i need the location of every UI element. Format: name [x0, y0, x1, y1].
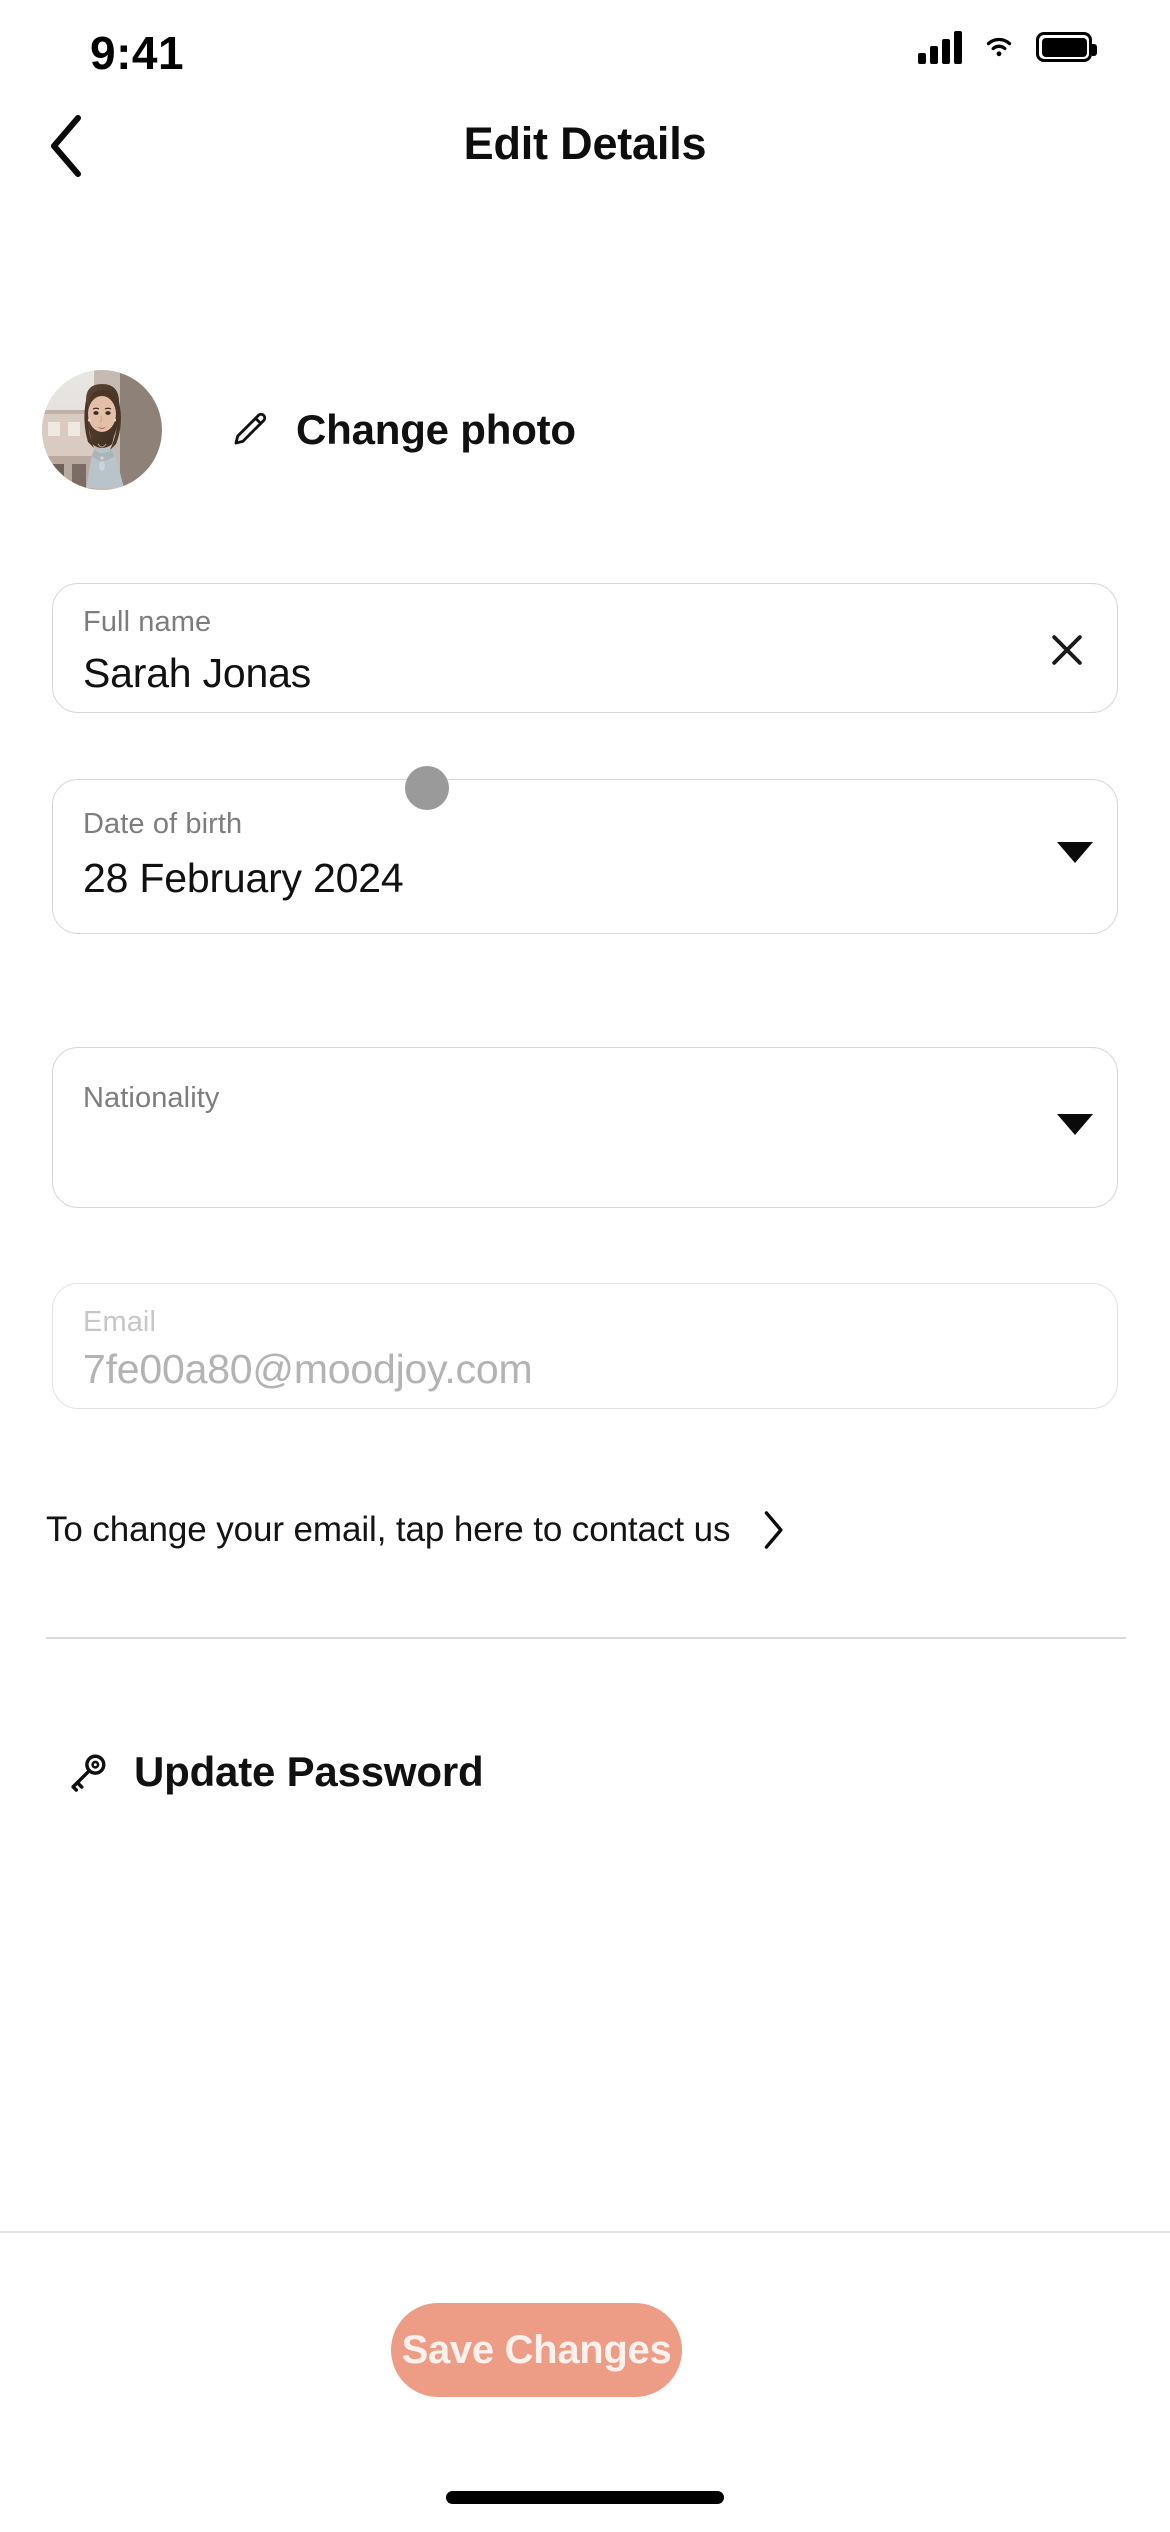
chevron-down-icon[interactable]	[1057, 1114, 1093, 1135]
change-photo-label: Change photo	[296, 406, 576, 453]
close-icon[interactable]	[1045, 628, 1089, 672]
footer-divider	[0, 2231, 1170, 2233]
photo-section: Change photo	[0, 340, 1170, 520]
chevron-down-icon[interactable]	[1057, 842, 1093, 863]
chevron-right-icon	[765, 1511, 783, 1549]
edit-details-screen: 9:41 Edit Details Change photo Full name…	[0, 0, 1170, 2532]
key-icon	[71, 1754, 106, 1792]
page-title: Edit Details	[463, 118, 707, 169]
cellular-signal-icon	[918, 30, 962, 64]
full-name-field[interactable]: Full name Sarah Jonas	[52, 583, 1118, 713]
change-photo-button[interactable]: Change photo	[230, 406, 576, 454]
status-bar-indicators	[918, 30, 1097, 64]
nationality-field[interactable]: Nationality	[52, 1047, 1118, 1208]
full-name-value: Sarah Jonas	[83, 650, 312, 696]
navigation-bar: Edit Details	[0, 100, 1170, 195]
home-indicator	[446, 2491, 724, 2504]
save-changes-label: Save Changes	[401, 2327, 672, 2372]
date-of-birth-label: Date of birth	[83, 808, 243, 840]
nationality-label: Nationality	[83, 1082, 220, 1114]
battery-icon	[1036, 32, 1097, 62]
update-password-label: Update Password	[134, 1748, 484, 1795]
save-changes-button[interactable]: Save Changes	[391, 2303, 682, 2397]
avatar[interactable]	[42, 370, 162, 490]
profile-photo-image	[42, 370, 162, 490]
email-label: Email	[83, 1306, 157, 1338]
full-name-label: Full name	[83, 606, 212, 638]
contact-us-row[interactable]: To change your email, tap here to contac…	[46, 1500, 1046, 1560]
date-of-birth-field[interactable]: Date of birth 28 February 2024	[52, 766, 1118, 934]
status-bar: 9:41	[0, 0, 1170, 100]
section-divider	[46, 1637, 1126, 1639]
update-password-button[interactable]: Update Password	[66, 1748, 484, 1796]
pencil-icon	[234, 412, 267, 445]
touch-indicator-dot	[405, 766, 449, 810]
status-bar-time: 9:41	[90, 27, 185, 79]
wifi-icon	[986, 38, 1012, 57]
contact-us-label: To change your email, tap here to contac…	[46, 1510, 731, 1549]
email-value: 7fe00a80@moodjoy.com	[83, 1346, 533, 1392]
email-field: Email 7fe00a80@moodjoy.com	[52, 1283, 1118, 1409]
date-of-birth-value: 28 February 2024	[83, 855, 404, 901]
